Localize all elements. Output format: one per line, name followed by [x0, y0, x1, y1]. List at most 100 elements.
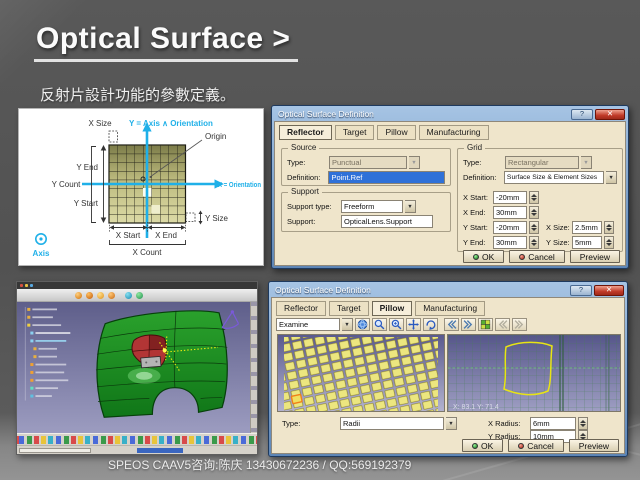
catia-tool-icon[interactable] — [136, 292, 143, 299]
support-group: Support Support type: Freeform ▼ Support… — [281, 192, 451, 232]
grid-definition-select[interactable]: Surface Size & Element Sizes — [504, 171, 604, 184]
y-count-label: Y Count — [52, 180, 82, 189]
catia-tool-icon[interactable] — [125, 292, 132, 299]
x-end-spinner[interactable] — [529, 206, 539, 219]
catia-tool-icon[interactable] — [86, 292, 93, 299]
close-button[interactable]: ✕ — [594, 285, 624, 296]
pillow-2d-panel[interactable]: X: 83.1 Y: 71.4 — [447, 334, 621, 412]
catia-3d-view — [17, 302, 257, 433]
dropdown-arrow-icon[interactable]: ▼ — [405, 200, 416, 213]
cancel-button[interactable]: Cancel — [508, 439, 563, 452]
sphere-view-icon[interactable] — [355, 318, 370, 331]
pan-icon[interactable] — [406, 318, 421, 331]
multi-view-icon[interactable] — [478, 318, 493, 331]
tabbar: Reflector Target Pillow Manufacturing — [276, 301, 485, 316]
catia-tool-icon[interactable] — [97, 292, 104, 299]
dropdown-arrow-icon[interactable]: ▼ — [446, 417, 457, 430]
help-button[interactable]: ? — [571, 109, 593, 120]
pillow-profile-view: X: 83.1 Y: 71.4 — [448, 335, 621, 412]
x-start-field[interactable]: -20mm — [493, 191, 527, 204]
selected-tile[interactable] — [291, 394, 302, 403]
dropdown-arrow-icon[interactable]: ▼ — [342, 318, 353, 331]
grid-type-label: Type: — [463, 158, 503, 167]
x-start-label: X Start — [116, 231, 141, 240]
dropdown-arrow-icon: ▼ — [409, 156, 420, 169]
catia-viewport[interactable] — [17, 302, 257, 433]
preview-button[interactable]: Preview — [570, 250, 620, 263]
catia-right-toolbar[interactable] — [250, 302, 257, 433]
y-size-field[interactable]: 5mm — [572, 236, 602, 249]
catia-bottom-toolbar[interactable] — [17, 433, 257, 445]
x-count-label: X Count — [133, 248, 163, 257]
next-view-icon[interactable] — [461, 318, 476, 331]
command-field[interactable] — [137, 448, 183, 453]
catia-tool-icon[interactable] — [108, 292, 115, 299]
source-definition-field[interactable]: Point.Ref — [328, 171, 445, 184]
support-type-select[interactable]: Freeform — [341, 200, 403, 213]
pillow-type-select[interactable]: Radii — [340, 417, 444, 430]
cancel-label: Cancel — [527, 441, 553, 451]
zoom-icon[interactable] — [372, 318, 387, 331]
dropdown-arrow-icon[interactable]: ▼ — [606, 171, 617, 184]
tab-target[interactable]: Target — [335, 125, 375, 140]
ok-label: OK — [482, 252, 494, 262]
x-start-label: X Start: — [463, 193, 491, 202]
tab-manufacturing[interactable]: Manufacturing — [415, 301, 485, 316]
catia-titlebar[interactable] — [17, 282, 257, 289]
preview-button[interactable]: Preview — [569, 439, 619, 452]
x-count-brace — [110, 240, 186, 245]
source-type-select[interactable]: Punctual — [329, 156, 407, 169]
page-title: Optical Surface > — [34, 22, 298, 62]
view-mode-select[interactable]: Examine — [276, 318, 340, 331]
origin-label: Origin — [205, 132, 226, 141]
x-radius-spinner[interactable] — [578, 417, 588, 430]
x-size-field[interactable]: 2.5mm — [572, 221, 602, 234]
window-dot-icon — [20, 284, 23, 287]
grid-type-select[interactable]: Rectangular — [505, 156, 579, 169]
rotate-icon[interactable] — [423, 318, 438, 331]
x-size-spinner[interactable] — [604, 221, 614, 234]
x-end-label: X End: — [463, 208, 491, 217]
catia-tool-icon[interactable] — [75, 292, 82, 299]
last-view-icon-disabled — [512, 318, 527, 331]
pillow-3d-panel[interactable] — [277, 334, 445, 412]
y-start-spinner[interactable] — [529, 221, 539, 234]
dialog-titlebar[interactable]: Optical Surface Definition ? ✕ — [274, 107, 626, 121]
x-start-spinner[interactable] — [529, 191, 539, 204]
help-button[interactable]: ? — [570, 285, 592, 296]
dialog-titlebar[interactable]: Optical Surface Definition ? ✕ — [271, 283, 625, 297]
tab-reflector[interactable]: Reflector — [276, 301, 326, 316]
catia-statusbar — [17, 445, 257, 454]
tab-target[interactable]: Target — [329, 301, 369, 316]
y-start-field[interactable]: -20mm — [493, 221, 527, 234]
status-field — [19, 448, 91, 453]
close-button[interactable]: ✕ — [595, 109, 625, 120]
preview-label: Preview — [579, 441, 609, 451]
tab-manufacturing[interactable]: Manufacturing — [419, 125, 489, 140]
support-field[interactable]: OpticalLens.Support — [341, 215, 433, 228]
zoom-area-icon[interactable] — [389, 318, 404, 331]
support-type-label: Support type: — [287, 202, 339, 211]
axis-icon-dot — [39, 237, 42, 240]
y-start-label: Y Start — [74, 199, 99, 208]
type-label: Type: — [282, 419, 338, 428]
x-size-label: X Size: — [546, 223, 570, 232]
y-size-marker — [186, 213, 195, 222]
tab-pillow[interactable]: Pillow — [372, 301, 413, 316]
ok-button[interactable]: OK — [463, 250, 504, 263]
parameter-diagram: X Size Y = Axis ∧ Orientation Origin Y E… — [18, 108, 264, 266]
grid-group-label: Grid — [464, 143, 485, 152]
y-end-spinner[interactable] — [529, 236, 539, 249]
tab-pillow[interactable]: Pillow — [377, 125, 415, 140]
cancel-button[interactable]: Cancel — [509, 250, 564, 263]
x-radius-field[interactable]: 6mm — [530, 417, 576, 430]
window-dot-icon — [30, 284, 33, 287]
y-size-spinner[interactable] — [604, 236, 614, 249]
x-end-field[interactable]: 30mm — [493, 206, 527, 219]
tab-reflector[interactable]: Reflector — [279, 125, 332, 140]
previous-view-icon[interactable] — [444, 318, 459, 331]
dialog-title: Optical Surface Definition — [272, 285, 568, 295]
ok-button[interactable]: OK — [462, 439, 503, 452]
x-radius-row: X Radius: 6mm — [488, 417, 588, 430]
y-end-field[interactable]: 30mm — [493, 236, 527, 249]
